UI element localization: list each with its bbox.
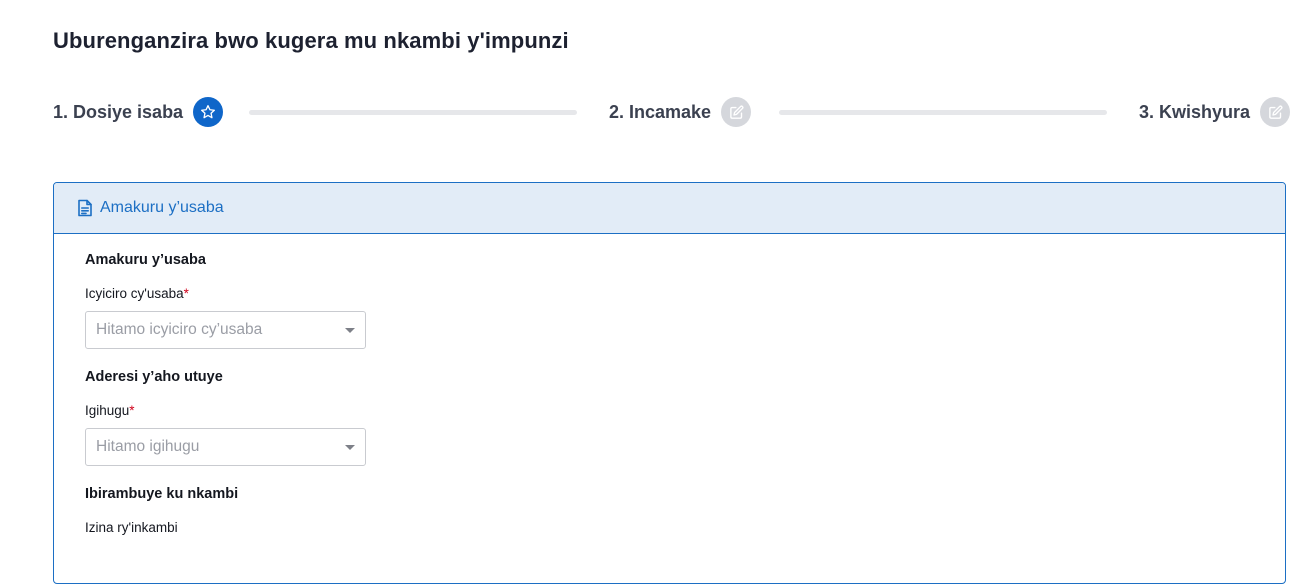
step-dosiye-isaba[interactable]: 1. Dosiye isaba [53, 96, 224, 128]
required-marker: * [183, 286, 189, 301]
page-title: Uburenganzira bwo kugera mu nkambi y'imp… [53, 28, 569, 53]
country-select-placeholder: Hitamo igihugu [96, 438, 200, 455]
category-select-placeholder: Hitamo icyiciro cy’usaba [96, 321, 263, 338]
section-title-camp: Ibirambuye ku nkambi [85, 486, 239, 502]
edit-icon [721, 97, 752, 127]
country-select[interactable]: Hitamo igihugu [85, 428, 366, 466]
required-marker: * [129, 403, 135, 418]
step-incamake[interactable]: 2. Incamake [609, 96, 752, 128]
step-label: 2. Incamake [609, 101, 712, 122]
category-select[interactable]: Hitamo icyiciro cy’usaba [85, 311, 366, 349]
card-header[interactable]: Amakuru y’usaba [54, 183, 1285, 234]
caret-down-icon [345, 328, 355, 333]
document-icon [77, 199, 93, 217]
section-title-applicant: Amakuru y’usaba [85, 252, 206, 268]
section-title-address: Aderesi y’aho utuye [85, 369, 223, 385]
star-icon [193, 97, 224, 127]
edit-icon [1260, 97, 1291, 127]
step-connector [249, 110, 577, 115]
step-connector [779, 110, 1107, 115]
camp-name-label-text: Izina ry'inkambi [85, 520, 178, 535]
step-label: 1. Dosiye isaba [53, 101, 184, 122]
applicant-info-card: Amakuru y’usaba Amakuru y’usaba Icyiciro… [53, 182, 1286, 584]
step-kwishyura[interactable]: 3. Kwishyura [1139, 96, 1291, 128]
category-field-label: Icyiciro cy'usaba* [85, 286, 189, 301]
progress-stepper: 1. Dosiye isaba 2. Incamake 3. Kwishyura [53, 96, 1291, 128]
card-header-title: Amakuru y’usaba [100, 199, 224, 216]
caret-down-icon [345, 445, 355, 450]
country-field-label: Igihugu* [85, 403, 135, 418]
camp-name-field-label: Izina ry'inkambi [85, 520, 178, 535]
category-label-text: Icyiciro cy'usaba [85, 286, 184, 301]
country-label-text: Igihugu [85, 403, 130, 418]
step-label: 3. Kwishyura [1139, 101, 1251, 122]
